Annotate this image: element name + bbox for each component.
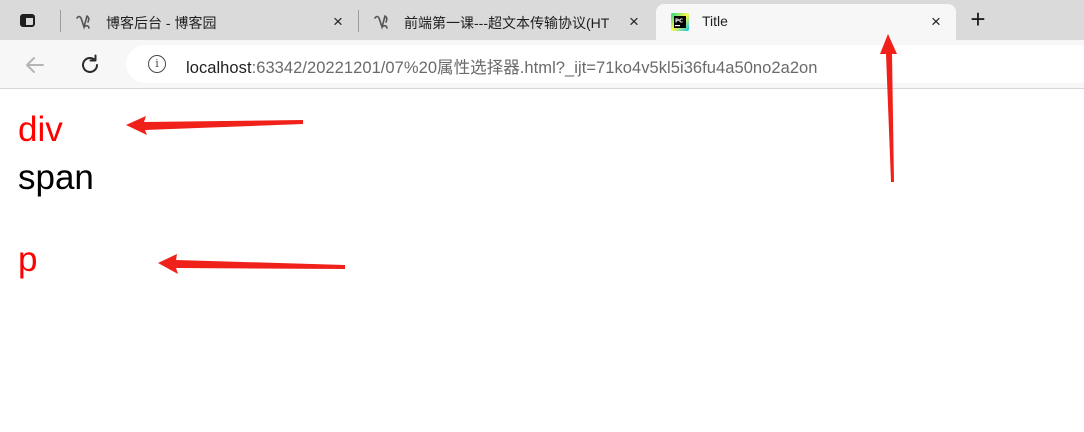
annotation-overlay — [126, 34, 897, 274]
annotation-arrow-div — [126, 116, 303, 135]
annotation-arrow-tab — [880, 34, 897, 182]
annotation-arrow-p — [158, 254, 345, 274]
